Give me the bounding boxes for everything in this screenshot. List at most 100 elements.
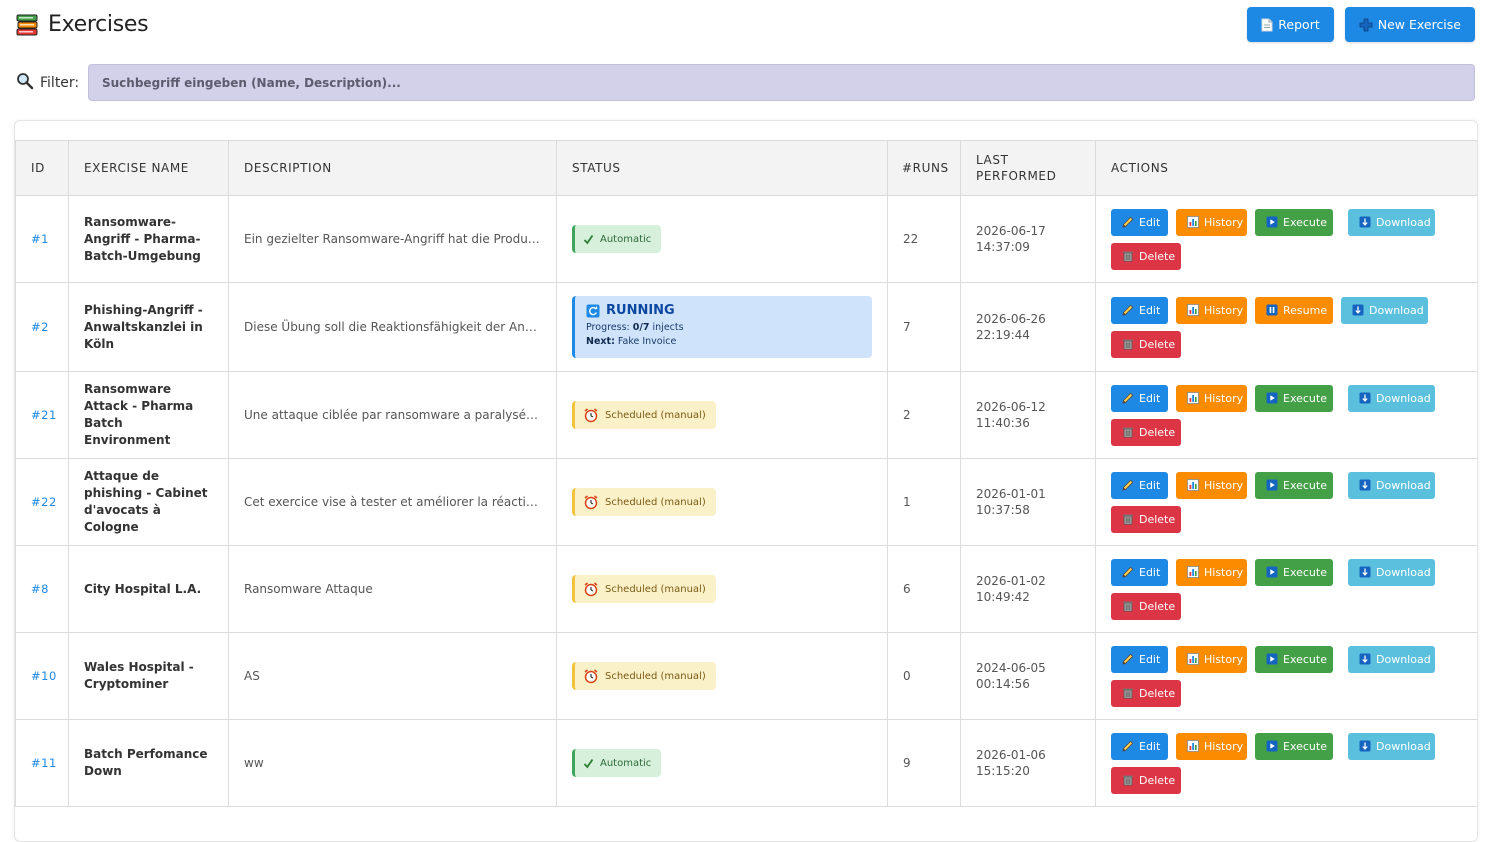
exercise-id[interactable]: #22 (15, 458, 69, 546)
actions-cell: Edit History Execute Download Delete (1095, 371, 1477, 459)
delete-label: Delete (1139, 249, 1176, 263)
search-input[interactable] (88, 64, 1475, 101)
delete-label: Delete (1139, 337, 1176, 351)
download-button[interactable]: Download (1348, 558, 1435, 586)
books-icon (16, 13, 38, 37)
trash-icon (1122, 513, 1134, 525)
delete-button[interactable]: Delete (1111, 766, 1181, 794)
execute-button[interactable]: Execute (1255, 384, 1333, 412)
pencil-icon (1122, 392, 1134, 404)
download-button[interactable]: Download (1341, 296, 1428, 324)
edit-button[interactable]: Edit (1111, 296, 1168, 324)
history-button[interactable]: History (1176, 208, 1247, 236)
column-header-runs[interactable]: #RUNS (887, 140, 961, 196)
exercise-id[interactable]: #1 (15, 195, 69, 283)
action-buttons: Edit History Execute Download Delete (1111, 558, 1461, 620)
execute-button[interactable]: Execute (1255, 558, 1333, 586)
last-performed: 2026-06-26 22:19:44 (960, 282, 1096, 372)
edit-button[interactable]: Edit (1111, 384, 1168, 412)
action-buttons: Edit History Execute Download Delete (1111, 732, 1461, 794)
exercise-name: City Hospital L.A. (68, 545, 229, 633)
resume-button[interactable]: Resume (1255, 296, 1333, 324)
status-cell: RUNNING Progress: 0/7 injects Next: Fake I… (556, 282, 888, 372)
delete-button[interactable]: Delete (1111, 242, 1181, 270)
table-row: #2 Phishing-Angriff - Anwaltskanzlei in K… (15, 282, 1477, 372)
history-button[interactable]: History (1176, 471, 1247, 499)
column-header-status[interactable]: STATUS (556, 140, 888, 196)
delete-button[interactable]: Delete (1111, 418, 1181, 446)
delete-button[interactable]: Delete (1111, 505, 1181, 533)
delete-label: Delete (1139, 425, 1176, 439)
last-performed: 2026-01-06 15:15:20 (960, 719, 1096, 807)
execute-button[interactable]: Execute (1255, 645, 1333, 673)
new-exercise-button[interactable]: New Exercise (1344, 7, 1475, 42)
exercise-id[interactable]: #11 (15, 719, 69, 807)
edit-button[interactable]: Edit (1111, 471, 1168, 499)
execute-label: Execute (1283, 478, 1327, 492)
running-status-text: RUNNING (606, 303, 675, 318)
download-icon (1359, 740, 1371, 752)
history-button[interactable]: History (1176, 296, 1247, 324)
report-button[interactable]: Report (1247, 7, 1334, 42)
execute-button[interactable]: Execute (1255, 732, 1333, 760)
pencil-icon (1122, 740, 1134, 752)
exercise-id[interactable]: #2 (15, 282, 69, 372)
history-button[interactable]: History (1176, 384, 1247, 412)
column-header-last-performed[interactable]: LAST PERFORMED (960, 140, 1096, 196)
download-button[interactable]: Download (1348, 732, 1435, 760)
edit-button[interactable]: Edit (1111, 645, 1168, 673)
download-button[interactable]: Download (1348, 645, 1435, 673)
action-buttons: Edit History Resume Download Delete (1111, 296, 1461, 358)
action-buttons: Edit History Execute Download Delete (1111, 208, 1461, 270)
execute-button[interactable]: Execute (1255, 208, 1333, 236)
trash-icon (1122, 687, 1134, 699)
progress-value: 0/7 (632, 322, 650, 333)
column-header-name[interactable]: EXERCISE NAME (68, 140, 229, 196)
history-button[interactable]: History (1176, 645, 1247, 673)
alarm-clock-icon (583, 668, 599, 684)
execute-label: Execute (1283, 652, 1327, 666)
edit-button[interactable]: Edit (1111, 558, 1168, 586)
bar-chart-icon (1187, 740, 1199, 752)
download-button[interactable]: Download (1348, 208, 1435, 236)
exercise-id[interactable]: #21 (15, 371, 69, 459)
delete-button[interactable]: Delete (1111, 330, 1181, 358)
exercise-description: ww (228, 719, 557, 807)
exercises-table: ID EXERCISE NAME DESCRIPTION STATUS #RUN… (15, 140, 1477, 807)
execute-button[interactable]: Execute (1255, 471, 1333, 499)
edit-button[interactable]: Edit (1111, 208, 1168, 236)
filter-bar: Filter: (16, 64, 1475, 101)
download-icon (1359, 566, 1371, 578)
history-button[interactable]: History (1176, 558, 1247, 586)
progress-label: Progress: (586, 322, 630, 333)
column-header-description[interactable]: DESCRIPTION (228, 140, 557, 196)
exercise-name: Batch Perfomance Down (68, 719, 229, 807)
status-cell: Scheduled (manual) (556, 545, 888, 633)
trash-icon (1122, 600, 1134, 612)
download-label: Download (1376, 739, 1431, 753)
delete-label: Delete (1139, 599, 1176, 613)
history-label: History (1204, 565, 1244, 579)
download-label: Download (1369, 303, 1424, 317)
refresh-icon (586, 304, 600, 318)
actions-cell: Edit History Execute Download Delete (1095, 632, 1477, 720)
delete-button[interactable]: Delete (1111, 679, 1181, 707)
table-row: #1 Ransomware-Angriff - Pharma-Batch-Umge… (15, 195, 1477, 283)
status-cell: Scheduled (manual) (556, 371, 888, 459)
exercise-id[interactable]: #10 (15, 632, 69, 720)
history-button[interactable]: History (1176, 732, 1247, 760)
delete-button[interactable]: Delete (1111, 592, 1181, 620)
running-next: Next: Fake Invoice (586, 336, 861, 347)
page-header: Exercises Report New Exercise (16, 7, 1475, 44)
edit-label: Edit (1139, 303, 1161, 317)
filter-label: Filter: (16, 72, 79, 94)
run-count: 22 (887, 195, 961, 283)
actions-cell: Edit History Execute Download Delete (1095, 719, 1477, 807)
edit-button[interactable]: Edit (1111, 732, 1168, 760)
column-header-id[interactable]: ID (15, 140, 69, 196)
status-cell: Scheduled (manual) (556, 458, 888, 546)
download-button[interactable]: Download (1348, 384, 1435, 412)
download-button[interactable]: Download (1348, 471, 1435, 499)
run-count: 6 (887, 545, 961, 633)
exercise-id[interactable]: #8 (15, 545, 69, 633)
